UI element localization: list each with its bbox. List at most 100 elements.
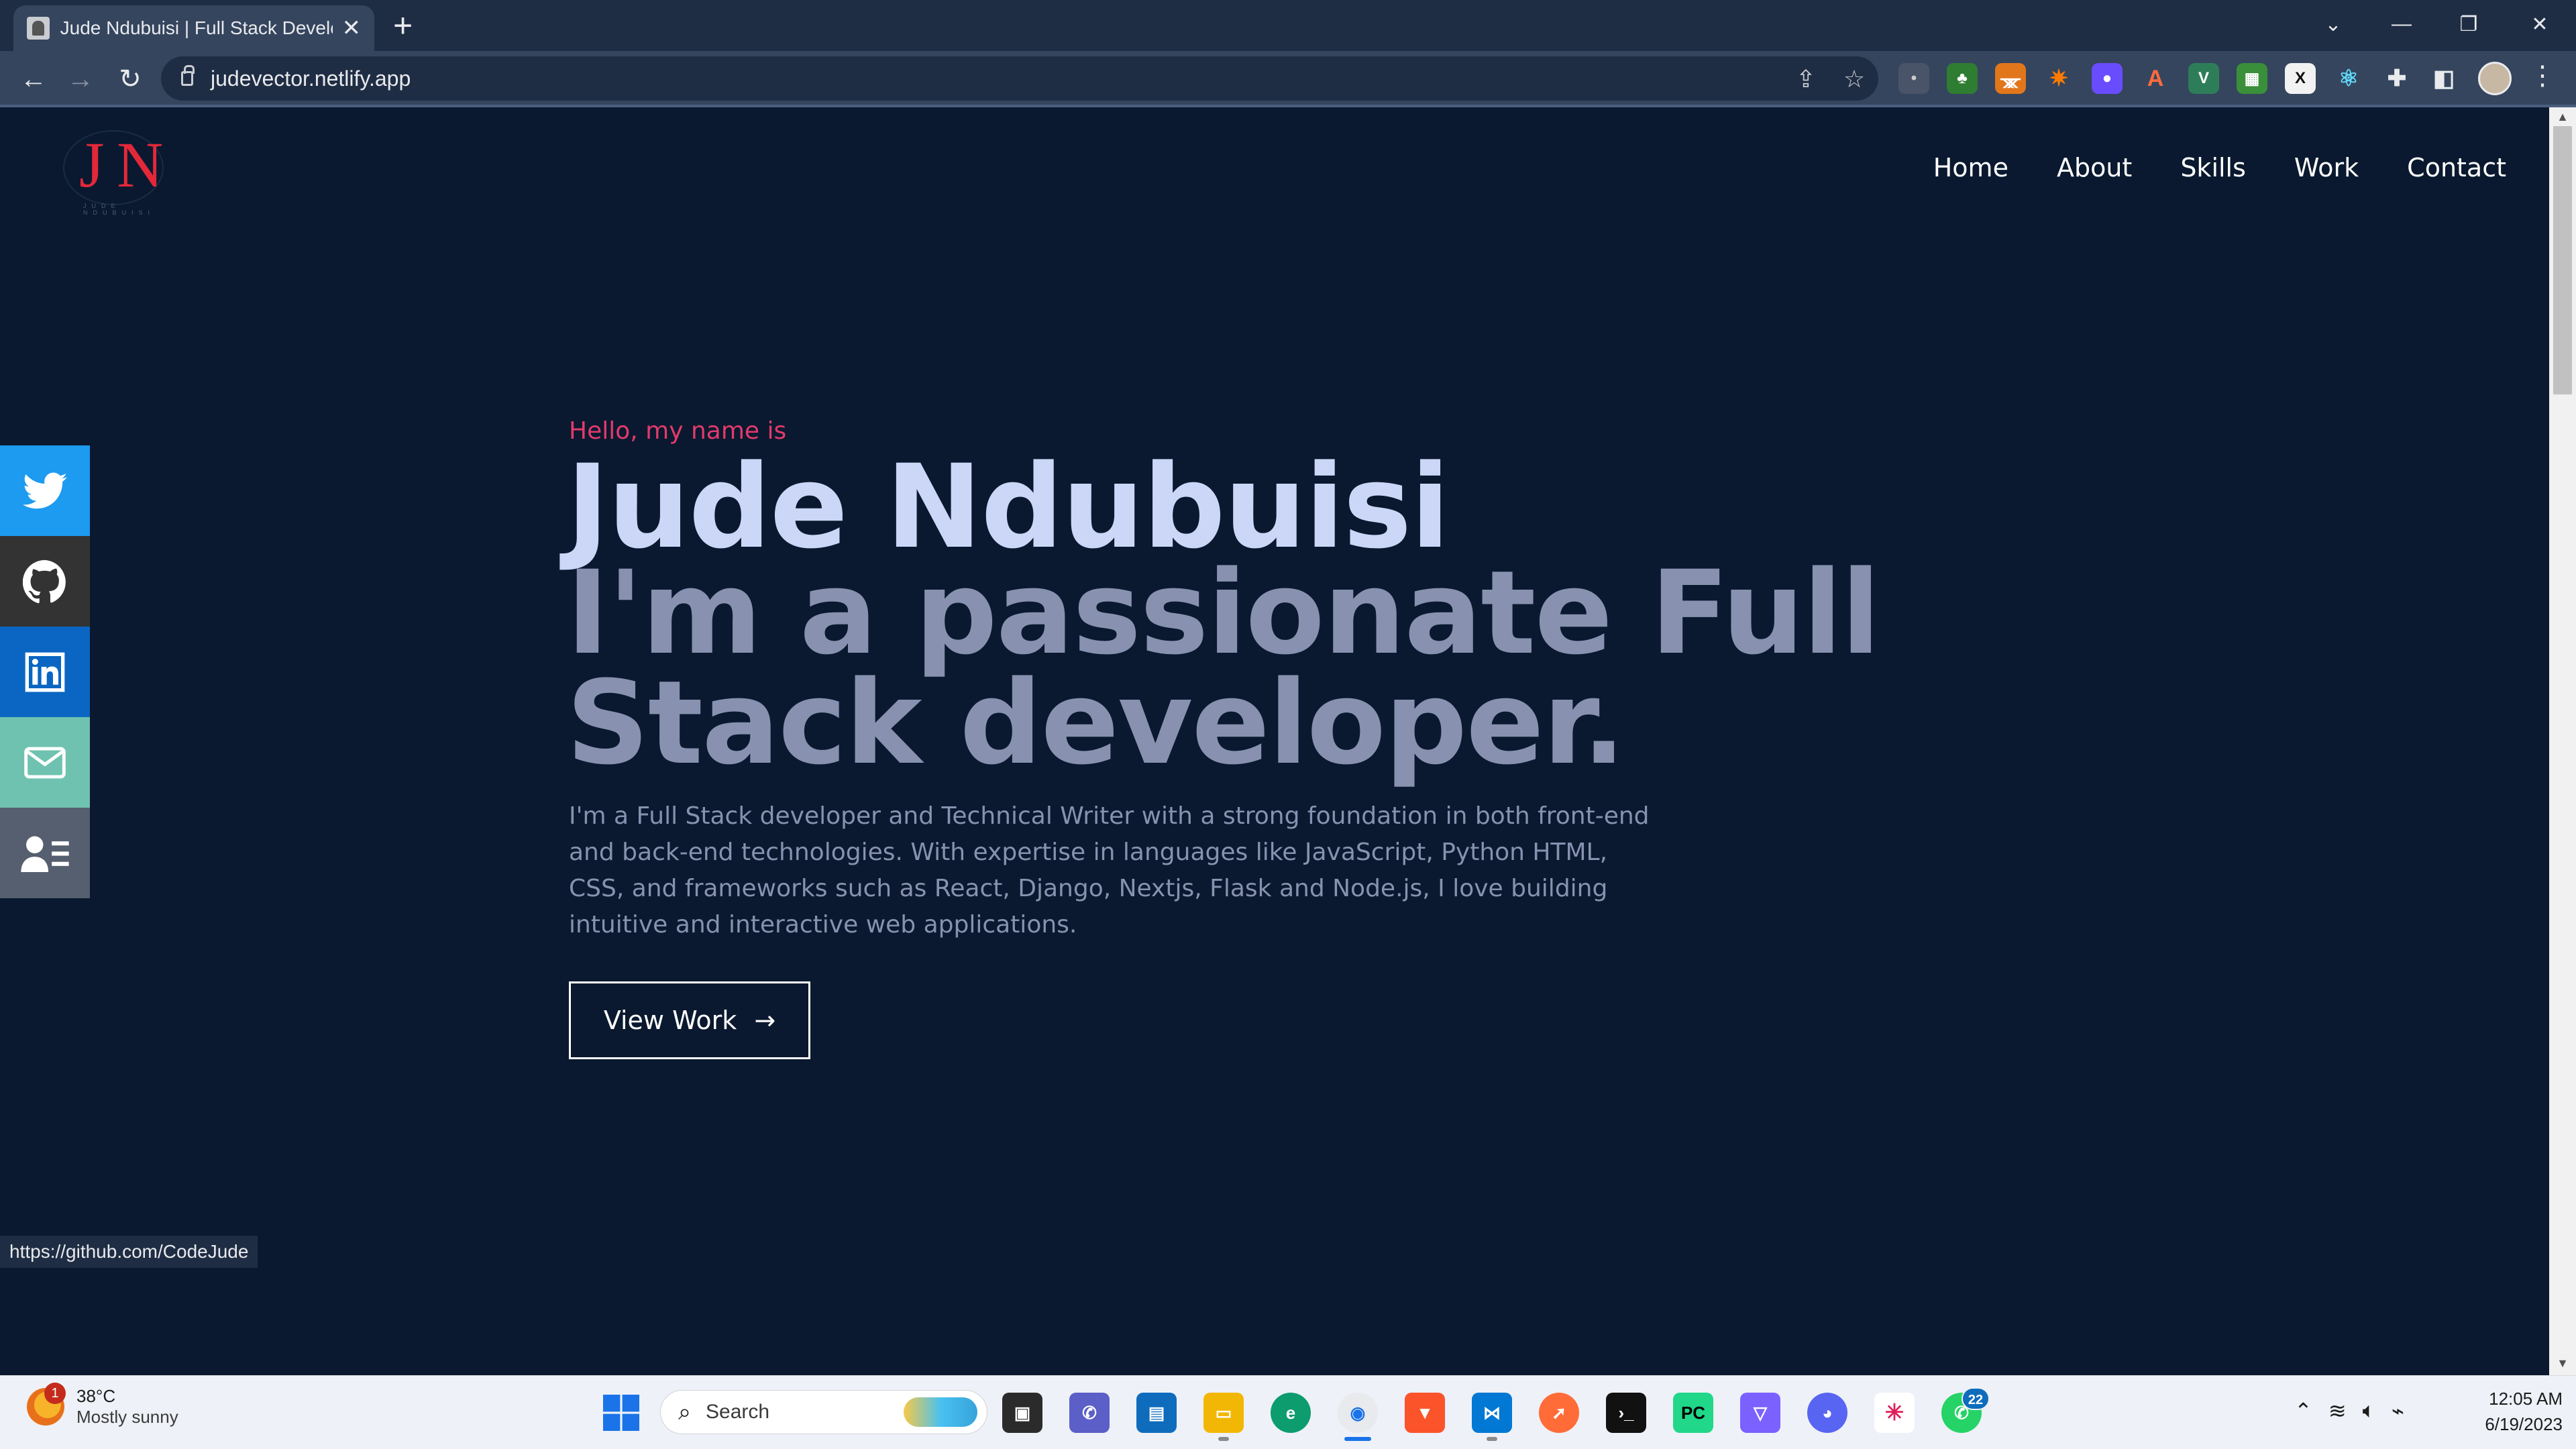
- running-indicator: [1487, 1437, 1497, 1441]
- resume-icon: [21, 836, 69, 872]
- view-work-button[interactable]: View Work →: [569, 981, 810, 1059]
- postman-icon[interactable]: ➚: [1539, 1393, 1579, 1433]
- chrome-icon[interactable]: ◉: [1338, 1393, 1378, 1433]
- active-indicator: [1344, 1437, 1371, 1441]
- chevron-up-icon[interactable]: ⌃: [2294, 1398, 2312, 1424]
- linkedin-icon: [25, 652, 65, 692]
- weather-widget[interactable]: 1 38°C Mostly sunny: [27, 1383, 178, 1428]
- clock-time: 12:05 AM: [2489, 1389, 2563, 1409]
- whatsapp-icon[interactable]: ✆ 22: [1941, 1387, 1990, 1433]
- forward-arrow-icon[interactable]: →: [60, 59, 101, 99]
- github-icon: [23, 559, 66, 603]
- nav-about[interactable]: About: [2057, 153, 2132, 182]
- page-viewport: J N JUDE NDUBUISI Home About Skills Work…: [0, 107, 2549, 1375]
- minimize-button[interactable]: —: [2375, 4, 2428, 44]
- address-bar[interactable]: judevector.netlify.app: [161, 56, 1878, 101]
- site-logo[interactable]: J N JUDE NDUBUISI: [54, 127, 174, 216]
- view-work-label: View Work: [603, 1006, 737, 1035]
- extension-tree-icon[interactable]: ♣: [1947, 63, 1978, 94]
- logo-letter-n: N: [117, 129, 164, 201]
- whatsapp-badge: 22: [1962, 1387, 1990, 1410]
- task-view-icon[interactable]: ▣: [1002, 1393, 1042, 1433]
- share-icon[interactable]: ⇪: [1791, 64, 1821, 94]
- bookmark-star-icon[interactable]: ☆: [1839, 64, 1869, 94]
- proton-vpn-icon[interactable]: ▽: [1740, 1393, 1780, 1433]
- side-panel-icon[interactable]: ◧: [2428, 63, 2459, 94]
- logo-subtitle: JUDE NDUBUISI: [83, 203, 156, 216]
- clock[interactable]: 12:05 AM 6/19/2023: [2455, 1386, 2563, 1437]
- sun-icon: 1: [27, 1383, 66, 1426]
- nav-contact[interactable]: Contact: [2407, 153, 2506, 182]
- react-devtools-icon[interactable]: ⚛: [2333, 63, 2364, 94]
- taskbar-search[interactable]: ⌕ Search: [660, 1390, 987, 1434]
- status-bubble: https://github.com/CodeJude: [0, 1236, 258, 1268]
- close-window-button[interactable]: ✕: [2513, 4, 2567, 44]
- search-highlight-icon: [904, 1397, 977, 1427]
- scroll-down-icon[interactable]: ▼: [2555, 1356, 2571, 1373]
- logo-letter-j: J: [79, 129, 105, 201]
- search-label: Search: [706, 1401, 770, 1423]
- running-indicator: [1218, 1437, 1229, 1441]
- scroll-up-icon[interactable]: ▲: [2555, 110, 2571, 126]
- brave-icon[interactable]: ▼: [1405, 1393, 1445, 1433]
- tab-search-icon[interactable]: ⌄: [2306, 4, 2360, 44]
- social-sidebar: [0, 445, 90, 898]
- close-tab-icon[interactable]: ✕: [342, 15, 362, 42]
- start-windows-icon[interactable]: [601, 1393, 641, 1433]
- vscode-icon[interactable]: ⋈: [1472, 1393, 1512, 1433]
- metamask-icon[interactable]: ᚘ: [1995, 63, 2026, 94]
- terminal-icon[interactable]: ›_: [1606, 1393, 1646, 1433]
- weather-badge: 1: [44, 1383, 66, 1404]
- kebab-menu-icon[interactable]: ⋮: [2529, 60, 2556, 97]
- pycharm-icon[interactable]: PC: [1673, 1393, 1713, 1433]
- wifi-icon[interactable]: ≋: [2328, 1398, 2347, 1424]
- discord-icon[interactable]: ◕: [1807, 1393, 1847, 1433]
- search-icon: ⌕: [678, 1399, 692, 1425]
- weather-desc: Mostly sunny: [76, 1407, 178, 1427]
- mail-icon: [24, 747, 66, 778]
- reload-icon[interactable]: ↻: [110, 59, 150, 99]
- restore-button[interactable]: ❐: [2442, 4, 2496, 44]
- vue-devtools-icon[interactable]: V: [2188, 63, 2219, 94]
- extension-icon[interactable]: •: [1898, 63, 1929, 94]
- github-link[interactable]: [0, 536, 90, 627]
- browser-tab[interactable]: Jude Ndubuisi | Full Stack Developer ✕: [13, 5, 374, 51]
- volume-icon[interactable]: 🔈︎: [2363, 1398, 2375, 1424]
- main-nav: Home About Skills Work Contact: [1933, 153, 2506, 182]
- new-tab-button[interactable]: +: [393, 7, 413, 44]
- extension-bot-icon[interactable]: ●: [2092, 63, 2123, 94]
- battery-icon[interactable]: ⌁: [2392, 1398, 2404, 1424]
- teams-chat-icon[interactable]: ✆: [1069, 1393, 1110, 1433]
- twitter-link[interactable]: [0, 445, 90, 536]
- email-link[interactable]: [0, 717, 90, 808]
- nav-work[interactable]: Work: [2294, 153, 2359, 182]
- tab-title: Jude Ndubuisi | Full Stack Developer: [60, 17, 333, 38]
- scrollbar-thumb[interactable]: [2553, 126, 2572, 394]
- nav-skills[interactable]: Skills: [2180, 153, 2246, 182]
- extensions-puzzle-icon[interactable]: ✚: [2381, 63, 2412, 94]
- extension-star-icon[interactable]: ✷: [2043, 63, 2074, 94]
- profile-avatar[interactable]: [2478, 62, 2512, 95]
- edge-icon[interactable]: e: [1271, 1393, 1311, 1433]
- clock-date: 6/19/2023: [2485, 1414, 2563, 1434]
- resume-link[interactable]: [0, 808, 90, 898]
- slack-icon[interactable]: ✳: [1874, 1393, 1915, 1433]
- lock-icon[interactable]: [181, 65, 195, 86]
- extension-green-icon[interactable]: ▦: [2237, 63, 2267, 94]
- microsoft-store-icon[interactable]: ▤: [1136, 1393, 1177, 1433]
- extension-a-icon[interactable]: A: [2140, 63, 2171, 94]
- url-text: judevector.netlify.app: [211, 66, 411, 91]
- file-explorer-icon[interactable]: ▭: [1203, 1393, 1244, 1433]
- back-arrow-icon[interactable]: ←: [13, 59, 54, 99]
- extension-x-icon[interactable]: X: [2285, 63, 2316, 94]
- nav-home[interactable]: Home: [1933, 153, 2008, 182]
- system-tray: ⌃ ≋ 🔈︎ ⌁: [2294, 1398, 2404, 1424]
- tab-strip: [0, 0, 2576, 51]
- hero-bio: I'm a Full Stack developer and Technical…: [569, 802, 1650, 938]
- linkedin-link[interactable]: [0, 627, 90, 717]
- arrow-right-icon: →: [754, 1006, 776, 1035]
- weather-temp: 38°C: [76, 1386, 116, 1406]
- twitter-icon: [23, 472, 67, 508]
- favicon: [27, 17, 50, 40]
- hero-tagline: I'm a passionate Full Stack developer.: [566, 545, 1880, 790]
